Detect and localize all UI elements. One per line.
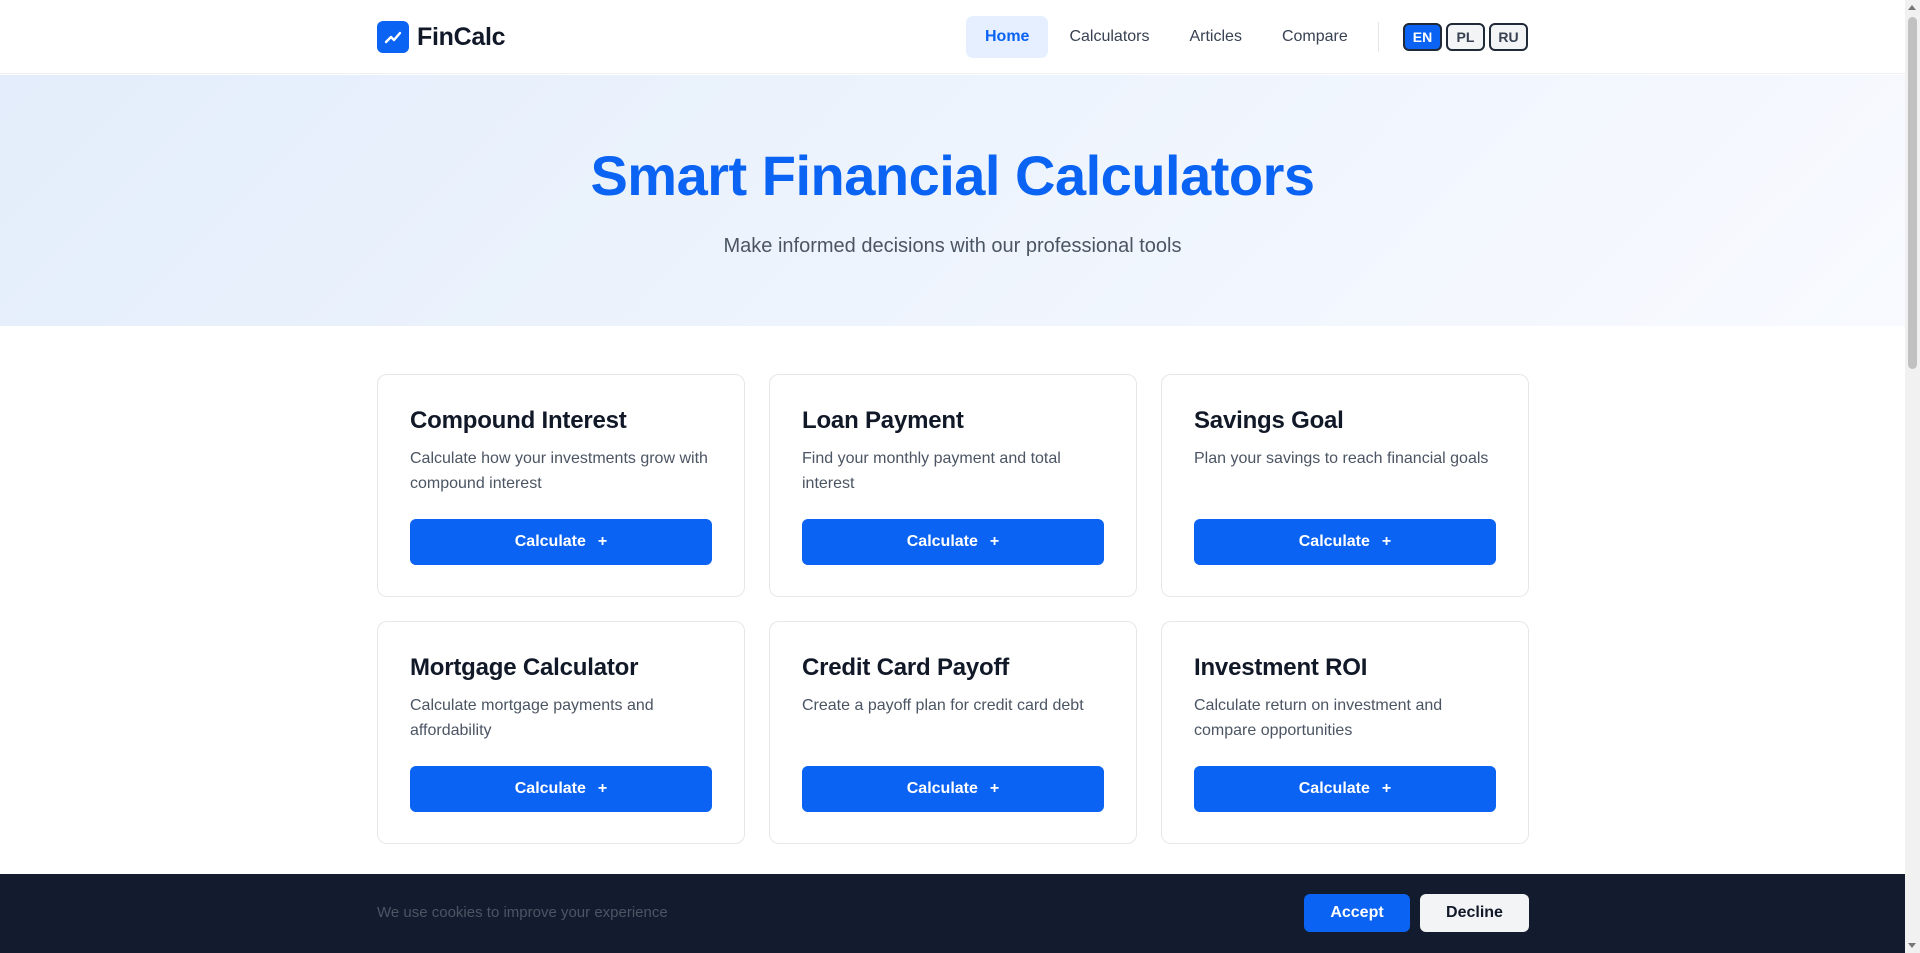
calculator-card-compound-interest: Compound Interest Calculate how your inv… [377,374,745,597]
language-switcher: EN PL RU [1403,23,1528,51]
trend-up-icon [377,21,409,53]
calculate-button-label: Calculate [514,780,586,797]
calculate-button[interactable]: Calculate + [1194,766,1496,812]
calculate-button[interactable]: Calculate + [410,766,712,812]
plus-icon: + [1381,533,1392,550]
card-description: Plan your savings to reach financial goa… [1194,450,1489,467]
calculate-button-label: Calculate [1298,533,1370,550]
card-title: Credit Card Payoff [802,654,1010,681]
lang-button-pl[interactable]: PL [1446,23,1485,51]
calculate-button-label: Calculate [906,533,978,550]
brand-name: FinCalc [417,22,506,51]
card-description: Find your monthly payment and total inte… [802,450,1061,492]
plus-icon: + [989,780,1000,797]
nav-divider [1378,22,1379,52]
cookie-accept-button[interactable]: Accept [1304,894,1410,932]
nav-item-calculators[interactable]: Calculators [1050,16,1168,58]
lang-button-ru[interactable]: RU [1489,23,1528,51]
hero-section: Smart Financial Calculators Make informe… [0,75,1905,326]
card-title: Mortgage Calculator [410,654,639,681]
calculate-button[interactable]: Calculate + [1194,519,1496,565]
plus-icon: + [597,533,608,550]
calculate-button[interactable]: Calculate + [802,766,1104,812]
calculator-card-credit-card-payoff: Credit Card Payoff Create a payoff plan … [769,621,1137,844]
nav-item-compare[interactable]: Compare [1263,16,1367,58]
brand-logo[interactable]: FinCalc [377,21,506,53]
scroll-down-arrow-icon[interactable] [1908,943,1916,948]
calculate-button[interactable]: Calculate + [802,519,1104,565]
calculate-button-label: Calculate [906,780,978,797]
card-description: Calculate how your investments grow with… [410,450,708,492]
card-title: Compound Interest [410,407,627,434]
calculate-button[interactable]: Calculate + [410,519,712,565]
card-title: Loan Payment [802,407,964,434]
card-title: Investment ROI [1194,654,1368,681]
calculator-card-mortgage: Mortgage Calculator Calculate mortgage p… [377,621,745,844]
card-title: Savings Goal [1194,407,1344,434]
card-description: Create a payoff plan for credit card deb… [802,697,1084,714]
card-description: Calculate return on investment and compa… [1194,697,1443,739]
plus-icon: + [1381,780,1392,797]
calculator-card-loan-payment: Loan Payment Find your monthly payment a… [769,374,1137,597]
nav-item-home[interactable]: Home [966,16,1049,58]
hero-subtitle: Make informed decisions with our profess… [723,235,1182,257]
main-nav: Home Calculators Articles Compare [966,16,1367,58]
card-description: Calculate mortgage payments and affordab… [410,697,654,739]
calculate-button-label: Calculate [514,533,586,550]
cookie-decline-button[interactable]: Decline [1420,894,1529,932]
lang-button-en[interactable]: EN [1403,23,1442,51]
scrollbar-thumb[interactable] [1908,17,1917,369]
calculate-button-label: Calculate [1298,780,1370,797]
page-scrollbar[interactable] [1905,0,1920,953]
calculator-card-savings-goal: Savings Goal Plan your savings to reach … [1161,374,1529,597]
scroll-up-arrow-icon[interactable] [1908,5,1916,10]
site-header: FinCalc Home Calculators Articles Compar… [0,0,1905,74]
calculator-card-investment-roi: Investment ROI Calculate return on inves… [1161,621,1529,844]
plus-icon: + [597,780,608,797]
cookie-banner: We use cookies to improve your experienc… [0,874,1905,953]
cookie-message: We use cookies to improve your experienc… [377,904,668,921]
plus-icon: + [989,533,1000,550]
nav-item-articles[interactable]: Articles [1170,16,1260,58]
hero-title: Smart Financial Calculators [590,144,1315,207]
calculator-grid: Compound Interest Calculate how your inv… [377,374,1529,844]
